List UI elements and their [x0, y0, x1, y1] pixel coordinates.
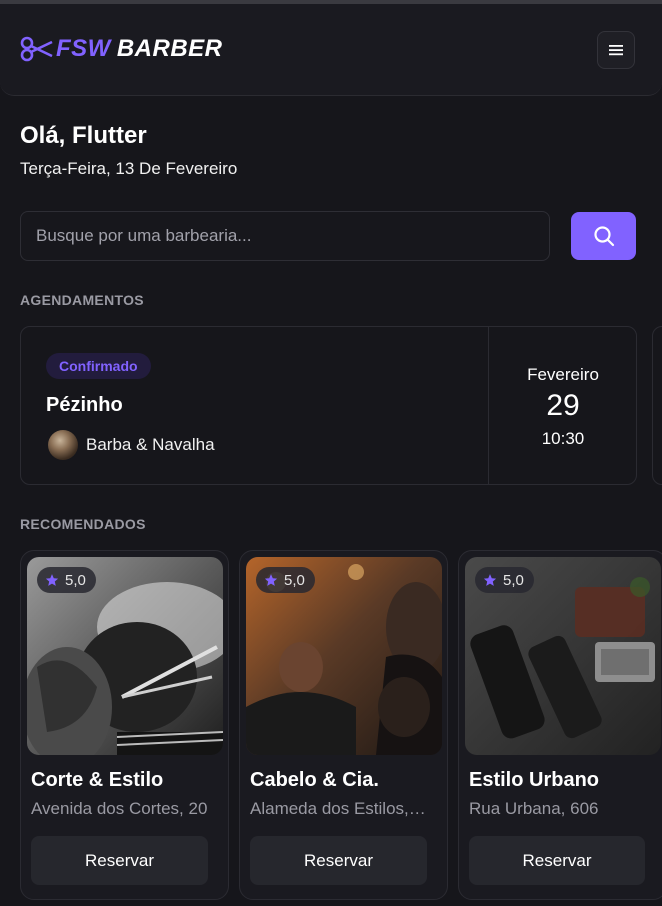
barbershop-name: Cabelo & Cia.: [250, 769, 379, 791]
star-icon: [264, 574, 278, 586]
logo-text: FSW BARBER: [56, 36, 223, 62]
shop-avatar: [48, 430, 78, 460]
reserve-button[interactable]: Reservar: [469, 836, 645, 885]
rating-badge: 5,0: [37, 567, 96, 593]
scissors-logo-icon: [20, 36, 53, 62]
rating-badge: 5,0: [475, 567, 534, 593]
next-booking-card[interactable]: [652, 326, 662, 485]
logo-word: BARBER: [116, 35, 223, 62]
barbershop-address: Avenida dos Cortes, 20: [31, 799, 208, 818]
app-header: FSW BARBER: [0, 4, 662, 96]
search-input[interactable]: [20, 211, 550, 261]
search-button[interactable]: [571, 212, 636, 260]
booking-shop-name: Barba & Navalha: [86, 435, 215, 454]
barbershop-image: 5,0: [27, 557, 223, 755]
barbershop-image: 5,0: [246, 557, 442, 755]
logo-prefix: FSW: [56, 35, 111, 62]
barbershop-name: Corte & Estilo: [31, 769, 164, 791]
hamburger-menu-icon: [609, 45, 623, 56]
booking-time: 10:30: [541, 429, 585, 448]
barbershop-address: Rua Urbana, 606: [469, 799, 599, 818]
booking-card[interactable]: Confirmado Pézinho Barba & Navalha Fever…: [20, 326, 637, 485]
rating-badge: 5,0: [256, 567, 315, 593]
barbershop-name: Estilo Urbano: [469, 769, 600, 791]
rating-value: 5,0: [284, 571, 305, 589]
barbershop-card[interactable]: 5,0 Estilo Urbano Rua Urbana, 606 Reserv…: [458, 550, 662, 900]
search-icon: [593, 226, 614, 247]
booking-month: Fevereiro: [527, 365, 599, 384]
barbershop-address: Alameda dos Estilos, 101: [250, 799, 430, 818]
booking-service-name: Pézinho: [46, 394, 123, 416]
star-icon: [45, 574, 59, 586]
barbershop-card[interactable]: 5,0 Corte & Estilo Avenida dos Cortes, 2…: [20, 550, 229, 900]
rating-value: 5,0: [65, 571, 86, 589]
booking-day: 29: [546, 389, 580, 422]
barbershop-card[interactable]: 5,0 Cabelo & Cia. Alameda dos Estilos, 1…: [239, 550, 448, 900]
reserve-button[interactable]: Reservar: [31, 836, 208, 885]
reserve-button[interactable]: Reservar: [250, 836, 427, 885]
logo[interactable]: FSW BARBER: [20, 36, 223, 62]
greeting-title: Olá, Flutter: [20, 122, 147, 149]
recommended-section-title: RECOMENDADOS: [20, 516, 146, 532]
current-date: Terça-Feira, 13 De Fevereiro: [20, 159, 238, 178]
star-icon: [483, 574, 497, 586]
bookings-section-title: AGENDAMENTOS: [20, 292, 144, 308]
status-badge: Confirmado: [46, 353, 151, 379]
barbershop-image: 5,0: [465, 557, 661, 755]
menu-button[interactable]: [597, 31, 635, 69]
rating-value: 5,0: [503, 571, 524, 589]
